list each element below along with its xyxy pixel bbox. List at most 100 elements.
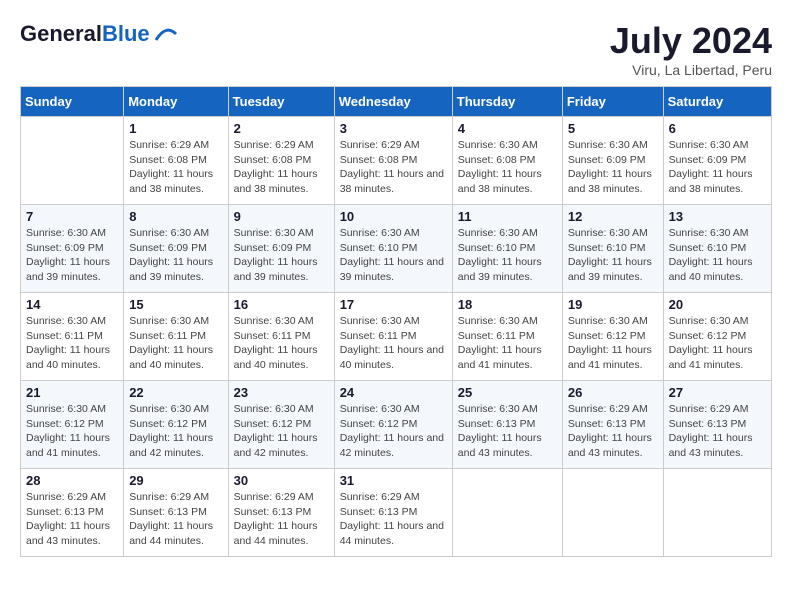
day-number-26: 26 bbox=[568, 385, 658, 400]
daylight-4: Daylight: 11 hours and 38 minutes. bbox=[458, 167, 557, 196]
cell-w2-d2: 8 Sunrise: 6:30 AMSunset: 6:09 PMDaylight… bbox=[124, 205, 228, 293]
sunrise-16: Sunrise: 6:30 AM bbox=[234, 314, 329, 329]
day-number-12: 12 bbox=[568, 209, 658, 224]
sunrise-31: Sunrise: 6:29 AM bbox=[340, 490, 447, 505]
sunset-23: Sunset: 6:12 PM bbox=[234, 417, 329, 432]
cell-w3-d4: 17Sunrise: 6:30 AMSunset: 6:11 PMDayligh… bbox=[334, 293, 452, 381]
cell-info-31: Sunrise: 6:29 AMSunset: 6:13 PMDaylight:… bbox=[340, 490, 447, 549]
day-number-29: 29 bbox=[129, 473, 222, 488]
cell-w2-d7: 13Sunrise: 6:30 AMSunset: 6:10 PMDayligh… bbox=[663, 205, 771, 293]
daylight-20: Daylight: 11 hours and 41 minutes. bbox=[669, 343, 766, 372]
daylight-30: Daylight: 11 hours and 44 minutes. bbox=[234, 519, 329, 548]
daylight-5: Daylight: 11 hours and 38 minutes. bbox=[568, 167, 658, 196]
cell-w4-d7: 27Sunrise: 6:29 AMSunset: 6:13 PMDayligh… bbox=[663, 381, 771, 469]
sunset-27: Sunset: 6:13 PM bbox=[669, 417, 766, 432]
cell-info-23: Sunrise: 6:30 AMSunset: 6:12 PMDaylight:… bbox=[234, 402, 329, 461]
daylight-21: Daylight: 11 hours and 41 minutes. bbox=[26, 431, 118, 460]
daylight-9: Daylight: 11 hours and 39 minutes. bbox=[234, 255, 329, 284]
cell-info-18: Sunrise: 6:30 AMSunset: 6:11 PMDaylight:… bbox=[458, 314, 557, 373]
daylight-27: Daylight: 11 hours and 43 minutes. bbox=[669, 431, 766, 460]
sunrise-23: Sunrise: 6:30 AM bbox=[234, 402, 329, 417]
day-number-8: 8 bbox=[129, 209, 222, 224]
cell-w5-d6 bbox=[562, 469, 663, 557]
day-number-21: 21 bbox=[26, 385, 118, 400]
month-title: July 2024 bbox=[610, 20, 772, 62]
day-number-17: 17 bbox=[340, 297, 447, 312]
cell-w4-d1: 21Sunrise: 6:30 AMSunset: 6:12 PMDayligh… bbox=[21, 381, 124, 469]
header-monday: Monday bbox=[124, 87, 228, 117]
cell-info-15: Sunrise: 6:30 AMSunset: 6:11 PMDaylight:… bbox=[129, 314, 222, 373]
daylight-22: Daylight: 11 hours and 42 minutes. bbox=[129, 431, 222, 460]
sunset-16: Sunset: 6:11 PM bbox=[234, 329, 329, 344]
cell-w5-d3: 30Sunrise: 6:29 AMSunset: 6:13 PMDayligh… bbox=[228, 469, 334, 557]
day-number-10: 10 bbox=[340, 209, 447, 224]
cell-info-13: Sunrise: 6:30 AMSunset: 6:10 PMDaylight:… bbox=[669, 226, 766, 285]
daylight-15: Daylight: 11 hours and 40 minutes. bbox=[129, 343, 222, 372]
sunrise-9: Sunrise: 6:30 AM bbox=[234, 226, 329, 241]
sunrise-30: Sunrise: 6:29 AM bbox=[234, 490, 329, 505]
cell-w3-d5: 18 Sunrise: 6:30 AMSunset: 6:11 PMDayligh… bbox=[452, 293, 562, 381]
cell-info-8: Sunrise: 6:30 AMSunset: 6:09 PMDaylight:… bbox=[129, 226, 222, 285]
sunset-24: Sunset: 6:12 PM bbox=[340, 417, 447, 432]
sunrise-26: Sunrise: 6:29 AM bbox=[568, 402, 658, 417]
daylight-31: Daylight: 11 hours and 44 minutes. bbox=[340, 519, 447, 548]
cell-w2-d5: 11Sunrise: 6:30 AMSunset: 6:10 PMDayligh… bbox=[452, 205, 562, 293]
daylight-19: Daylight: 11 hours and 41 minutes. bbox=[568, 343, 658, 372]
sunrise-11: Sunrise: 6:30 AM bbox=[458, 226, 557, 241]
header-saturday: Saturday bbox=[663, 87, 771, 117]
daylight-6: Daylight: 11 hours and 38 minutes. bbox=[669, 167, 766, 196]
cell-w2-d1: 7 Sunrise: 6:30 AMSunset: 6:09 PMDaylight… bbox=[21, 205, 124, 293]
cell-info-29: Sunrise: 6:29 AMSunset: 6:13 PMDaylight:… bbox=[129, 490, 222, 549]
cell-w4-d2: 22Sunrise: 6:30 AMSunset: 6:12 PMDayligh… bbox=[124, 381, 228, 469]
day-number-27: 27 bbox=[669, 385, 766, 400]
cell-w3-d1: 14Sunrise: 6:30 AMSunset: 6:11 PMDayligh… bbox=[21, 293, 124, 381]
day-number-3: 3 bbox=[340, 121, 447, 136]
sunset-28: Sunset: 6:13 PM bbox=[26, 505, 118, 520]
daylight-24: Daylight: 11 hours and 42 minutes. bbox=[340, 431, 447, 460]
cell-info-14: Sunrise: 6:30 AMSunset: 6:11 PMDaylight:… bbox=[26, 314, 118, 373]
sunrise-6: Sunrise: 6:30 AM bbox=[669, 138, 766, 153]
sunrise-7: Sunrise: 6:30 AM bbox=[26, 226, 118, 241]
cell-w1-d1 bbox=[21, 117, 124, 205]
day-number-15: 15 bbox=[129, 297, 222, 312]
logo: GeneralBlue bbox=[20, 20, 180, 48]
daylight-16: Daylight: 11 hours and 40 minutes. bbox=[234, 343, 329, 372]
daylight-11: Daylight: 11 hours and 39 minutes. bbox=[458, 255, 557, 284]
cell-w5-d1: 28Sunrise: 6:29 AMSunset: 6:13 PMDayligh… bbox=[21, 469, 124, 557]
sunset-25: Sunset: 6:13 PM bbox=[458, 417, 557, 432]
sunset-13: Sunset: 6:10 PM bbox=[669, 241, 766, 256]
cell-info-2: Sunrise: 6:29 AMSunset: 6:08 PMDaylight:… bbox=[234, 138, 329, 197]
cell-info-26: Sunrise: 6:29 AMSunset: 6:13 PMDaylight:… bbox=[568, 402, 658, 461]
sunrise-21: Sunrise: 6:30 AM bbox=[26, 402, 118, 417]
cell-info-22: Sunrise: 6:30 AMSunset: 6:12 PMDaylight:… bbox=[129, 402, 222, 461]
sunset-22: Sunset: 6:12 PM bbox=[129, 417, 222, 432]
daylight-3: Daylight: 11 hours and 38 minutes. bbox=[340, 167, 447, 196]
sunset-7: Sunset: 6:09 PM bbox=[26, 241, 118, 256]
cell-w1-d5: 4Sunrise: 6:30 AMSunset: 6:08 PMDaylight… bbox=[452, 117, 562, 205]
sunrise-1: Sunrise: 6:29 AM bbox=[129, 138, 222, 153]
sunset-2: Sunset: 6:08 PM bbox=[234, 153, 329, 168]
daylight-10: Daylight: 11 hours and 39 minutes. bbox=[340, 255, 447, 284]
logo-blue: Blue bbox=[102, 21, 150, 46]
daylight-25: Daylight: 11 hours and 43 minutes. bbox=[458, 431, 557, 460]
sunset-29: Sunset: 6:13 PM bbox=[129, 505, 222, 520]
logo-general: General bbox=[20, 21, 102, 46]
sunrise-24: Sunrise: 6:30 AM bbox=[340, 402, 447, 417]
location-subtitle: Viru, La Libertad, Peru bbox=[610, 62, 772, 78]
day-number-18: 18 bbox=[458, 297, 557, 312]
cell-w4-d6: 26 Sunrise: 6:29 AMSunset: 6:13 PMDayligh… bbox=[562, 381, 663, 469]
sunrise-25: Sunrise: 6:30 AM bbox=[458, 402, 557, 417]
cell-info-16: Sunrise: 6:30 AMSunset: 6:11 PMDaylight:… bbox=[234, 314, 329, 373]
day-number-7: 7 bbox=[26, 209, 118, 224]
calendar-table: Sunday Monday Tuesday Wednesday Thursday… bbox=[20, 86, 772, 557]
sunrise-28: Sunrise: 6:29 AM bbox=[26, 490, 118, 505]
sunrise-20: Sunrise: 6:30 AM bbox=[669, 314, 766, 329]
daylight-2: Daylight: 11 hours and 38 minutes. bbox=[234, 167, 329, 196]
cell-info-7: Sunrise: 6:30 AMSunset: 6:09 PMDaylight:… bbox=[26, 226, 118, 285]
sunrise-10: Sunrise: 6:30 AM bbox=[340, 226, 447, 241]
sunrise-5: Sunrise: 6:30 AM bbox=[568, 138, 658, 153]
sunrise-4: Sunrise: 6:30 AM bbox=[458, 138, 557, 153]
cell-info-5: Sunrise: 6:30 AMSunset: 6:09 PMDaylight:… bbox=[568, 138, 658, 197]
header-friday: Friday bbox=[562, 87, 663, 117]
header-sunday: Sunday bbox=[21, 87, 124, 117]
